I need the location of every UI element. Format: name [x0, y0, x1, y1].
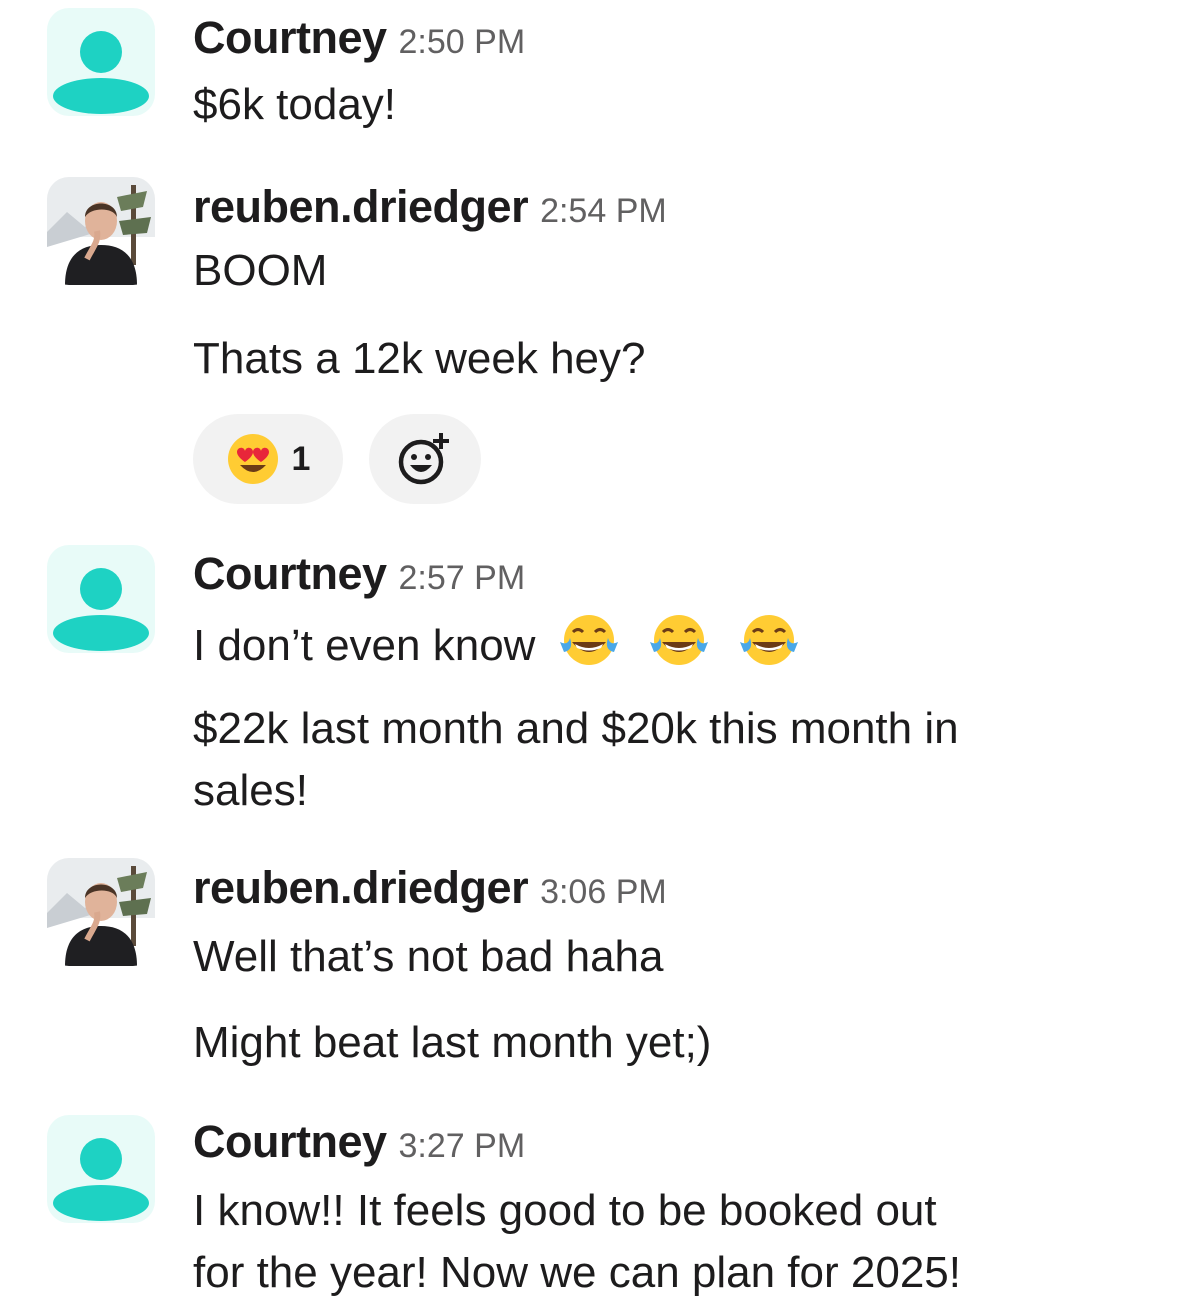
- message-text: $6k today!: [193, 80, 397, 129]
- message-header: Courtney 3:27 PM: [193, 1116, 525, 1168]
- message-header: reuben.driedger 3:06 PM: [193, 862, 667, 914]
- user-silhouette-icon: [53, 1138, 149, 1221]
- profile-photo-icon: [47, 858, 155, 966]
- heart-eyes-emoji-icon: [227, 434, 278, 484]
- reaction-count: 1: [291, 439, 311, 478]
- message-text: sales!: [193, 766, 308, 815]
- message-text: Thats a 12k week hey?: [193, 334, 646, 383]
- user-silhouette-icon: [53, 31, 149, 114]
- message-text: Might beat last month yet;): [193, 1018, 712, 1067]
- message-text: I don’t even know: [193, 612, 800, 677]
- message-text: I know!! It feels good to be booked out: [193, 1186, 937, 1235]
- message-text-content: I don’t even know: [193, 621, 536, 670]
- author-name[interactable]: Courtney: [193, 1116, 387, 1167]
- user-silhouette-icon: [53, 568, 149, 651]
- message-header: Courtney 2:50 PM: [193, 12, 525, 64]
- message-text: $22k last month and $20k this month in: [193, 704, 959, 753]
- tears-of-joy-emoji-icon: [649, 615, 708, 665]
- avatar-reuben[interactable]: [47, 177, 155, 285]
- author-name[interactable]: reuben.driedger: [193, 862, 529, 913]
- author-name[interactable]: Courtney: [193, 12, 387, 63]
- message-text: for the year! Now we can plan for 2025!: [193, 1248, 961, 1297]
- add-reaction-button[interactable]: [369, 414, 481, 504]
- avatar-reuben[interactable]: [47, 858, 155, 966]
- timestamp[interactable]: 2:57 PM: [399, 559, 526, 597]
- timestamp[interactable]: 2:50 PM: [399, 23, 526, 61]
- message-text: BOOM: [193, 246, 328, 295]
- avatar-courtney[interactable]: [47, 8, 155, 116]
- timestamp[interactable]: 3:06 PM: [540, 873, 667, 911]
- message-header: Courtney 2:57 PM: [193, 548, 525, 600]
- message-header: reuben.driedger 2:54 PM: [193, 181, 667, 233]
- add-reaction-icon: [398, 433, 449, 485]
- avatar-courtney[interactable]: [47, 545, 155, 653]
- timestamp[interactable]: 3:27 PM: [399, 1127, 526, 1165]
- author-name[interactable]: reuben.driedger: [193, 181, 529, 232]
- reaction-pill[interactable]: 1: [193, 414, 343, 504]
- tears-of-joy-emoji-icon: [559, 615, 618, 665]
- author-name[interactable]: Courtney: [193, 548, 387, 599]
- profile-photo-icon: [47, 177, 155, 285]
- tears-of-joy-emoji-icon: [740, 615, 799, 665]
- message-text: Well that’s not bad haha: [193, 932, 664, 981]
- timestamp[interactable]: 2:54 PM: [540, 192, 667, 230]
- avatar-courtney[interactable]: [47, 1115, 155, 1223]
